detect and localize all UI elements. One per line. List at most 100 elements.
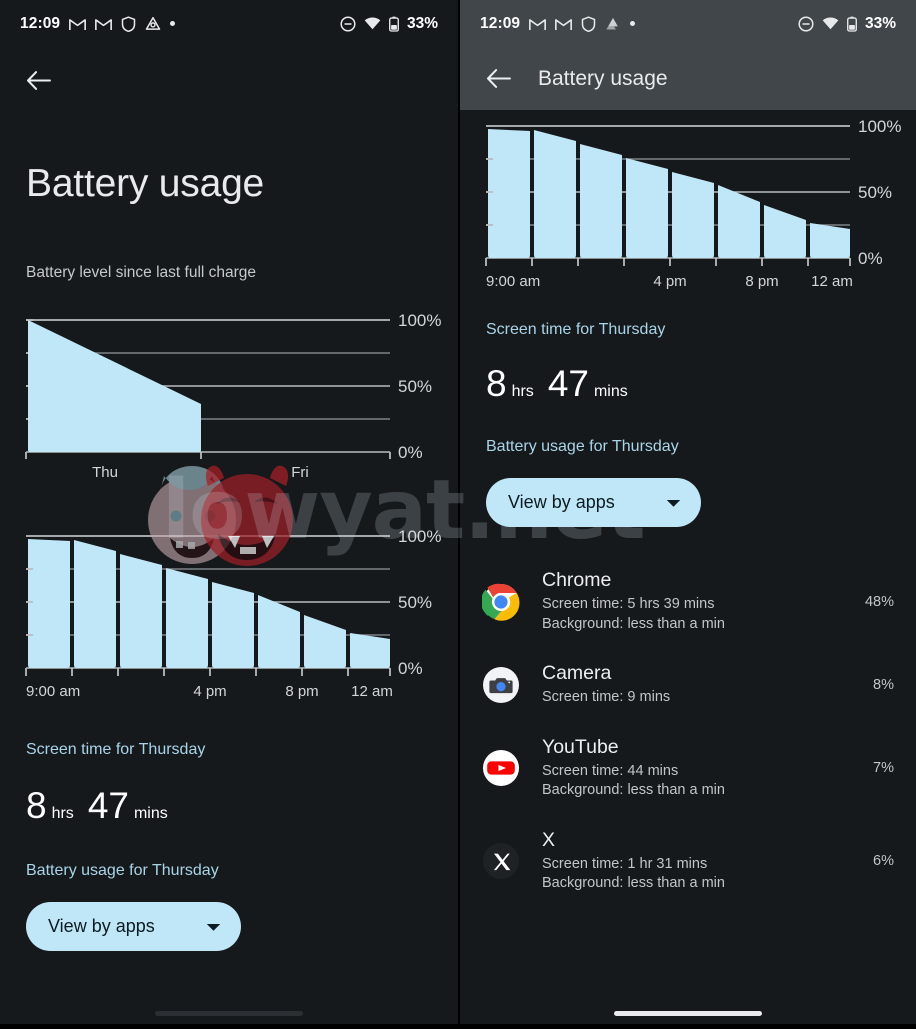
app-background-time: Background: less than a min [542, 782, 725, 799]
app-background-time: Background: less than a min [542, 615, 725, 632]
gmail-icon [69, 17, 87, 31]
view-by-chip-container: View by apps [0, 902, 458, 951]
app-info: X Screen time: 1 hr 31 mins Background: … [542, 829, 863, 894]
screen-time-hours-unit: hrs [511, 383, 534, 400]
svg-text:100%: 100% [858, 117, 901, 136]
app-info: Chrome Screen time: 5 hrs 39 mins Backgr… [542, 569, 855, 634]
status-bar-right: 33% [798, 15, 896, 33]
app-name: Chrome [542, 569, 612, 591]
list-item[interactable]: Chrome Screen time: 5 hrs 39 mins Backgr… [460, 555, 916, 648]
list-item[interactable]: YouTube Screen time: 44 mins Background:… [460, 722, 916, 815]
svg-text:8 pm: 8 pm [285, 683, 318, 700]
battery-level-hourly-bar-chart: 100% 50% 0% 9:00 am 4 pm 8 pm 12 am [0, 520, 458, 705]
svg-text:50%: 50% [398, 377, 432, 396]
svg-text:4 pm: 4 pm [193, 683, 226, 700]
svg-text:4 pm: 4 pm [653, 273, 686, 290]
screen-time-hours: 8 [486, 363, 507, 404]
chrome-icon [480, 583, 520, 621]
status-bar: 12:09 33% [0, 0, 458, 47]
app-bar-title: Battery usage [538, 66, 668, 90]
svg-text:50%: 50% [858, 183, 892, 202]
svg-text:Thu: Thu [92, 464, 118, 481]
app-screen-time: Screen time: 5 hrs 39 mins [542, 596, 715, 612]
view-by-apps-chip[interactable]: View by apps [26, 902, 241, 951]
view-by-apps-chip-label: View by apps [48, 916, 155, 936]
app-percent: 7% [873, 760, 894, 777]
screen-time-heading: Screen time for Thursday [26, 741, 206, 758]
wifi-icon [364, 17, 381, 30]
battery-level-area-chart: 100% 50% 0% Thu Fri [0, 304, 458, 484]
screen-time-value: 8 hrs 47 mins [460, 365, 916, 402]
app-percent: 6% [873, 853, 894, 870]
drive-icon [605, 16, 621, 32]
drive-icon [145, 16, 161, 32]
screen-time-minutes: 47 [547, 363, 589, 404]
svg-text:9:00 am: 9:00 am [26, 683, 80, 700]
app-name: YouTube [542, 735, 619, 758]
battery-usage-heading: Battery usage for Thursday [486, 438, 679, 455]
chevron-down-icon [666, 492, 681, 513]
svg-text:0%: 0% [398, 659, 423, 678]
app-name: X [542, 828, 556, 851]
list-item[interactable]: Camera Screen time: 9 mins 8% [460, 648, 916, 722]
svg-text:12 am: 12 am [351, 683, 393, 700]
svg-text:Fri: Fri [291, 464, 309, 481]
status-bar-clock: 12:09 [480, 14, 521, 32]
status-bar-left: 12:09 [480, 15, 798, 33]
app-usage-list: Chrome Screen time: 5 hrs 39 mins Backgr… [460, 555, 916, 908]
battery-percent-label: 33% [864, 14, 896, 32]
gesture-nav-bar [614, 1011, 762, 1016]
gmail-icon [555, 17, 573, 31]
screen-time-minutes-unit: mins [593, 383, 628, 400]
dot-icon [170, 21, 176, 26]
dual-screenshot-comparison: 12:09 33% Battery usage Battery level si… [0, 0, 916, 1024]
x-icon [482, 842, 520, 880]
gmail-icon [95, 17, 113, 31]
svg-text:100%: 100% [398, 527, 441, 546]
app-name: Camera [542, 662, 612, 685]
battery-level-subtitle: Battery level since last full charge [26, 264, 257, 281]
app-bar [0, 47, 458, 113]
app-percent: 48% [864, 593, 894, 610]
right-phone-screen: 12:09 33% Battery usage 100% 50% 0% 9:00… [458, 0, 916, 1024]
page-title: Battery usage [26, 162, 265, 205]
screen-time-heading: Screen time for Thursday [486, 321, 666, 338]
battery-level-hourly-bar-chart: 100% 50% 0% 9:00 am 4 pm 8 pm 12 am [460, 110, 916, 295]
svg-text:0%: 0% [398, 443, 423, 462]
app-background-time: Background: less than a min [542, 875, 725, 892]
battery-icon [389, 16, 399, 32]
shield-icon [581, 15, 596, 32]
list-item[interactable]: X Screen time: 1 hr 31 mins Background: … [460, 815, 916, 908]
do-not-disturb-icon [798, 15, 814, 32]
svg-text:8 pm: 8 pm [745, 273, 778, 290]
wifi-icon [822, 17, 839, 30]
svg-text:100%: 100% [398, 311, 441, 330]
gesture-nav-bar [155, 1011, 303, 1016]
battery-percent-label: 33% [406, 14, 438, 32]
status-bar-left: 12:09 [20, 15, 340, 33]
back-button[interactable] [18, 60, 58, 100]
battery-icon [847, 16, 857, 32]
chevron-down-icon [206, 916, 221, 937]
do-not-disturb-icon [340, 15, 356, 32]
app-bar: Battery usage [460, 47, 916, 110]
status-bar-right: 33% [340, 15, 438, 33]
screen-time-hours: 8 [26, 785, 47, 826]
app-info: YouTube Screen time: 44 mins Background:… [542, 736, 863, 801]
view-by-apps-chip-label: View by apps [508, 492, 615, 512]
view-by-chip-container: View by apps [460, 478, 916, 527]
youtube-icon [482, 749, 520, 787]
app-screen-time: Screen time: 44 mins [542, 762, 679, 779]
back-button[interactable] [478, 59, 518, 99]
svg-text:12 am: 12 am [811, 273, 853, 290]
app-percent: 8% [873, 676, 894, 693]
camera-icon [482, 666, 520, 704]
view-by-apps-chip[interactable]: View by apps [486, 478, 701, 527]
battery-usage-heading: Battery usage for Thursday [26, 862, 219, 879]
screen-time-value: 8 hrs 47 mins [0, 787, 458, 824]
dot-icon [630, 21, 636, 26]
svg-text:0%: 0% [858, 249, 883, 268]
left-phone-screen: 12:09 33% Battery usage Battery level si… [0, 0, 458, 1024]
screen-time-minutes-unit: mins [133, 805, 168, 822]
shield-icon [121, 15, 136, 32]
